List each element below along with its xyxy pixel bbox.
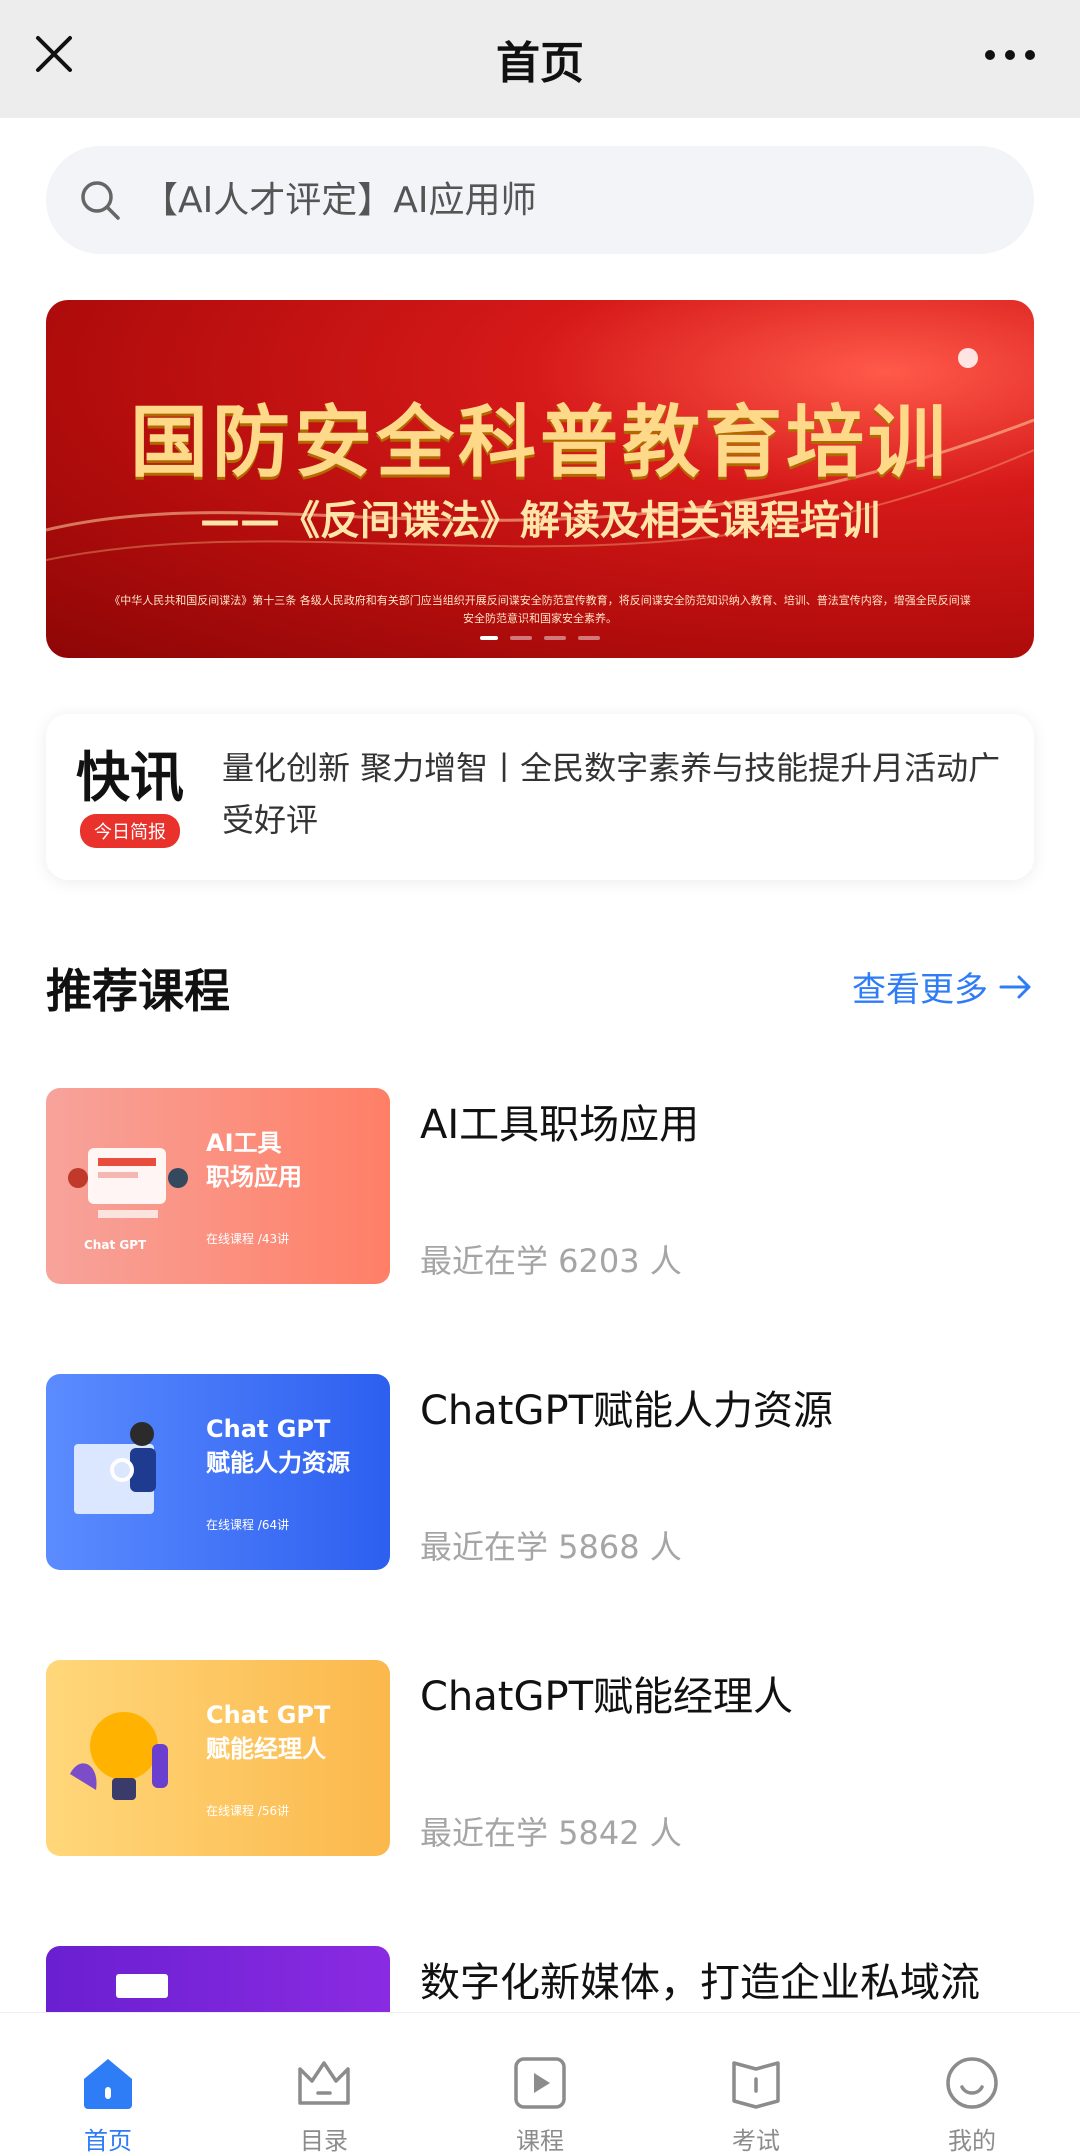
promo-banner[interactable]: 国防安全科普教育培训 ——《反间谍法》解读及相关课程培训 《中华人民共和国反间谍…	[46, 300, 1034, 658]
course-name: ChatGPT赋能人力资源	[420, 1388, 834, 1434]
news-brand-title: 快讯	[76, 746, 184, 809]
exam-icon	[732, 2061, 780, 2109]
thumb-decoration	[116, 1974, 168, 1998]
pagination-dot	[578, 636, 600, 640]
top-bar: 首页	[0, 0, 1080, 118]
illustration-icon	[74, 1422, 156, 1514]
course-learners: 最近在学 5842 人	[420, 1814, 682, 1852]
home-icon	[84, 2059, 132, 2109]
thumb-title-line: 赋能人力资源	[206, 1449, 350, 1477]
news-text: 量化创新 聚力增智丨全民数字素养与技能提升月活动广受好评	[222, 749, 1001, 839]
crown-icon	[298, 2061, 350, 2105]
section-title: 推荐课程	[46, 964, 230, 1018]
see-more-link[interactable]: 查看更多	[852, 962, 1034, 1011]
news-tag: 今日简报	[80, 814, 180, 848]
course-name: 数字化新媒体，打造企业私域流	[420, 1960, 980, 2006]
course-thumbnail	[46, 1946, 390, 2012]
course-thumbnail: Chat GPT 赋能经理人 在线课程 /56讲	[46, 1660, 390, 1856]
lightbulb-icon	[70, 1712, 168, 1800]
more-icon[interactable]	[980, 40, 1040, 70]
thumb-lessons: 在线课程 /64讲	[206, 1518, 290, 1532]
course-name: ChatGPT赋能经理人	[420, 1674, 794, 1720]
tab-me[interactable]: 我的	[892, 2013, 1052, 2156]
tab-courses[interactable]: 课程	[460, 2013, 620, 2156]
see-more-label: 查看更多	[852, 970, 988, 1010]
news-card[interactable]: 快讯 今日简报 量化创新 聚力增智丨全民数字素养与技能提升月活动广受好评	[46, 714, 1034, 880]
banner-subtitle: ——《反间谍法》解读及相关课程培训	[200, 498, 880, 544]
page-title: 首页	[496, 38, 584, 89]
search-input[interactable]	[140, 178, 1004, 222]
search-icon	[81, 181, 120, 220]
banner-small-text: 《中华人民共和国反间谍法》第十三条 各级人民政府和有关部门应当组织开展反间谍安全…	[109, 594, 971, 625]
close-icon[interactable]	[32, 32, 76, 76]
thumb-title-line: 职场应用	[206, 1163, 302, 1191]
arrow-right-icon	[999, 975, 1031, 998]
thumb-badge: Chat GPT	[84, 1238, 147, 1252]
tab-exam[interactable]: 考试	[676, 2013, 836, 2156]
thumb-title-line: Chat GPT	[206, 1701, 331, 1729]
course-thumbnail: AI工具 职场应用 Chat GPT 在线课程 /43讲	[46, 1088, 390, 1284]
course-thumbnail: Chat GPT 赋能人力资源 在线课程 /64讲	[46, 1374, 390, 1570]
thumb-title: Chat GPT 赋能经理人	[206, 1698, 330, 1766]
course-item[interactable]: 数字化新媒体，打造企业私域流	[46, 1946, 1034, 2012]
course-item[interactable]: AI工具 职场应用 Chat GPT 在线课程 /43讲 AI工具职场应用 最近…	[46, 1088, 1034, 1284]
smile-icon	[946, 2057, 998, 2109]
thumb-title: Chat GPT 赋能人力资源	[206, 1412, 350, 1480]
thumb-title-line: AI工具	[206, 1129, 282, 1157]
course-item[interactable]: Chat GPT 赋能经理人 在线课程 /56讲 ChatGPT赋能经理人 最近…	[46, 1660, 1034, 1856]
thumb-lessons: 在线课程 /43讲	[206, 1232, 290, 1246]
illustration-icon	[68, 1148, 188, 1218]
thumb-title-line: Chat GPT	[206, 1415, 331, 1443]
banner-title: 国防安全科普教育培训	[129, 398, 950, 488]
tab-home[interactable]: 首页	[28, 2013, 188, 2156]
pagination-dot	[544, 636, 566, 640]
bottom-tab-bar: 首页 目录 课程 考试 我的	[0, 2012, 1080, 2155]
course-name: AI工具职场应用	[420, 1102, 700, 1148]
banner-pagination	[46, 636, 1034, 640]
course-item[interactable]: Chat GPT 赋能人力资源 在线课程 /64讲 ChatGPT赋能人力资源 …	[46, 1374, 1034, 1570]
pagination-dot	[510, 636, 532, 640]
thumb-lessons: 在线课程 /56讲	[206, 1804, 290, 1818]
play-icon	[514, 2057, 566, 2109]
tab-catalog[interactable]: 目录	[244, 2013, 404, 2156]
news-brand: 快讯 今日简报	[74, 748, 186, 848]
course-learners: 最近在学 6203 人	[420, 1242, 682, 1280]
thumb-title: AI工具 职场应用	[206, 1126, 302, 1194]
pagination-dot	[480, 636, 498, 640]
search-bar[interactable]	[46, 146, 1034, 254]
thumb-title-line: 赋能经理人	[206, 1735, 326, 1763]
course-learners: 最近在学 5868 人	[420, 1528, 682, 1566]
